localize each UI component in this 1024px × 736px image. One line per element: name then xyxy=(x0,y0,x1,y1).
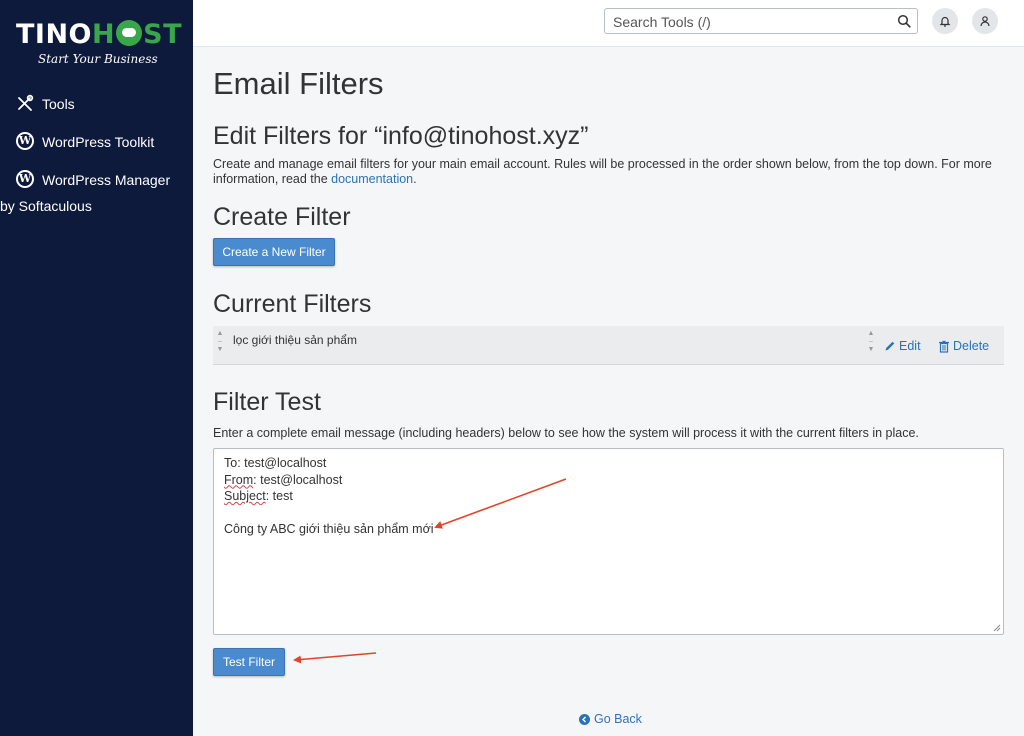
page-description: Create and manage email filters for your… xyxy=(213,157,993,187)
documentation-link[interactable]: documentation xyxy=(331,172,413,186)
message-line-to: To: test@localhost xyxy=(224,455,993,472)
from-label: From xyxy=(224,472,254,487)
sidebar-item-wordpress-manager[interactable]: W WordPress Manager by Softaculous xyxy=(0,170,191,216)
to-label: To xyxy=(224,456,238,470)
wordpress-icon: W xyxy=(16,132,36,152)
cloud-icon xyxy=(116,20,143,46)
to-value: : test@localhost xyxy=(237,456,327,470)
delete-filter-link[interactable]: Delete xyxy=(938,339,989,353)
sidebar: TINOH ST Start Your Business Tools W Word… xyxy=(0,0,193,736)
bell-icon xyxy=(939,16,951,27)
sidebar-item-label: Tools xyxy=(42,96,75,112)
trash-icon xyxy=(939,340,949,353)
brand-logo[interactable]: TINOH ST Start Your Business xyxy=(16,19,182,70)
user-menu-button[interactable] xyxy=(972,8,998,34)
edit-filters-heading: Edit Filters for “info@tinohost.xyz” xyxy=(213,122,589,150)
delete-label: Delete xyxy=(953,339,990,353)
wordpress-icon: W xyxy=(16,170,36,190)
filter-test-description: Enter a complete email message (includin… xyxy=(213,426,919,440)
test-message-textarea[interactable]: To: test@localhost From: test@localhost … xyxy=(213,448,1004,635)
topbar xyxy=(193,0,1024,47)
logo-text-host: H ST xyxy=(92,19,182,50)
sidebar-item-label: WordPress Toolkit xyxy=(42,134,155,150)
sidebar-item-tools[interactable]: Tools xyxy=(16,94,191,114)
test-filter-button[interactable]: Test Filter xyxy=(213,648,285,676)
search-icon[interactable] xyxy=(897,14,911,28)
subject-label: Subject xyxy=(224,489,266,503)
subject-value: : test xyxy=(265,489,293,503)
filter-name: lọc giới thiệu sản phẩm xyxy=(233,333,357,347)
search-input[interactable] xyxy=(611,10,885,34)
description-end: . xyxy=(413,172,417,186)
logo-tagline: Start Your Business xyxy=(38,52,158,66)
search-box xyxy=(604,8,918,34)
go-back-label: Go Back xyxy=(594,712,642,726)
notifications-button[interactable] xyxy=(932,8,958,34)
user-icon xyxy=(980,16,990,27)
message-body: Công ty ABC giới thiệu sản phẩm mới xyxy=(224,522,434,536)
current-filters-heading: Current Filters xyxy=(213,290,372,318)
drag-handle-icon[interactable]: ▲ – ▼ xyxy=(216,330,224,354)
sidebar-item-wordpress-toolkit[interactable]: W WordPress Toolkit xyxy=(16,132,191,152)
message-line-from: From: test@localhost xyxy=(224,472,993,489)
from-value: : test@localhost xyxy=(253,472,343,487)
main-content: Email Filters Edit Filters for “info@tin… xyxy=(213,46,1005,736)
create-filter-heading: Create Filter xyxy=(213,203,351,231)
sidebar-item-label: WordPress Manager xyxy=(42,172,171,188)
message-line-subject: Subject: test xyxy=(224,488,993,505)
go-back-link[interactable]: Go Back xyxy=(579,712,642,726)
sidebar-item-sublabel: by Softaculous xyxy=(0,198,92,214)
logo-text-tino: TINO xyxy=(16,19,93,50)
logo-wordmark: TINOH ST xyxy=(16,19,182,50)
edit-filter-link[interactable]: Edit xyxy=(884,339,921,353)
page-title: Email Filters xyxy=(213,66,384,101)
filter-test-heading: Filter Test xyxy=(213,388,321,416)
drag-handle-icon[interactable]: ▲ – ▼ xyxy=(867,330,875,354)
filter-row[interactable]: ▲ – ▼ lọc giới thiệu sản phẩm ▲ – ▼ Edit Del… xyxy=(213,326,1004,365)
sidebar-nav: Tools W WordPress Toolkit W WordPress Ma… xyxy=(0,94,191,234)
arrow-left-circle-icon xyxy=(579,713,590,725)
pencil-icon xyxy=(885,341,895,351)
create-new-filter-button[interactable]: Create a New Filter xyxy=(213,238,335,266)
description-text: Create and manage email filters for your… xyxy=(213,157,992,186)
tools-icon xyxy=(16,94,36,114)
resize-handle-icon[interactable] xyxy=(993,624,1001,632)
edit-label: Edit xyxy=(899,339,921,353)
